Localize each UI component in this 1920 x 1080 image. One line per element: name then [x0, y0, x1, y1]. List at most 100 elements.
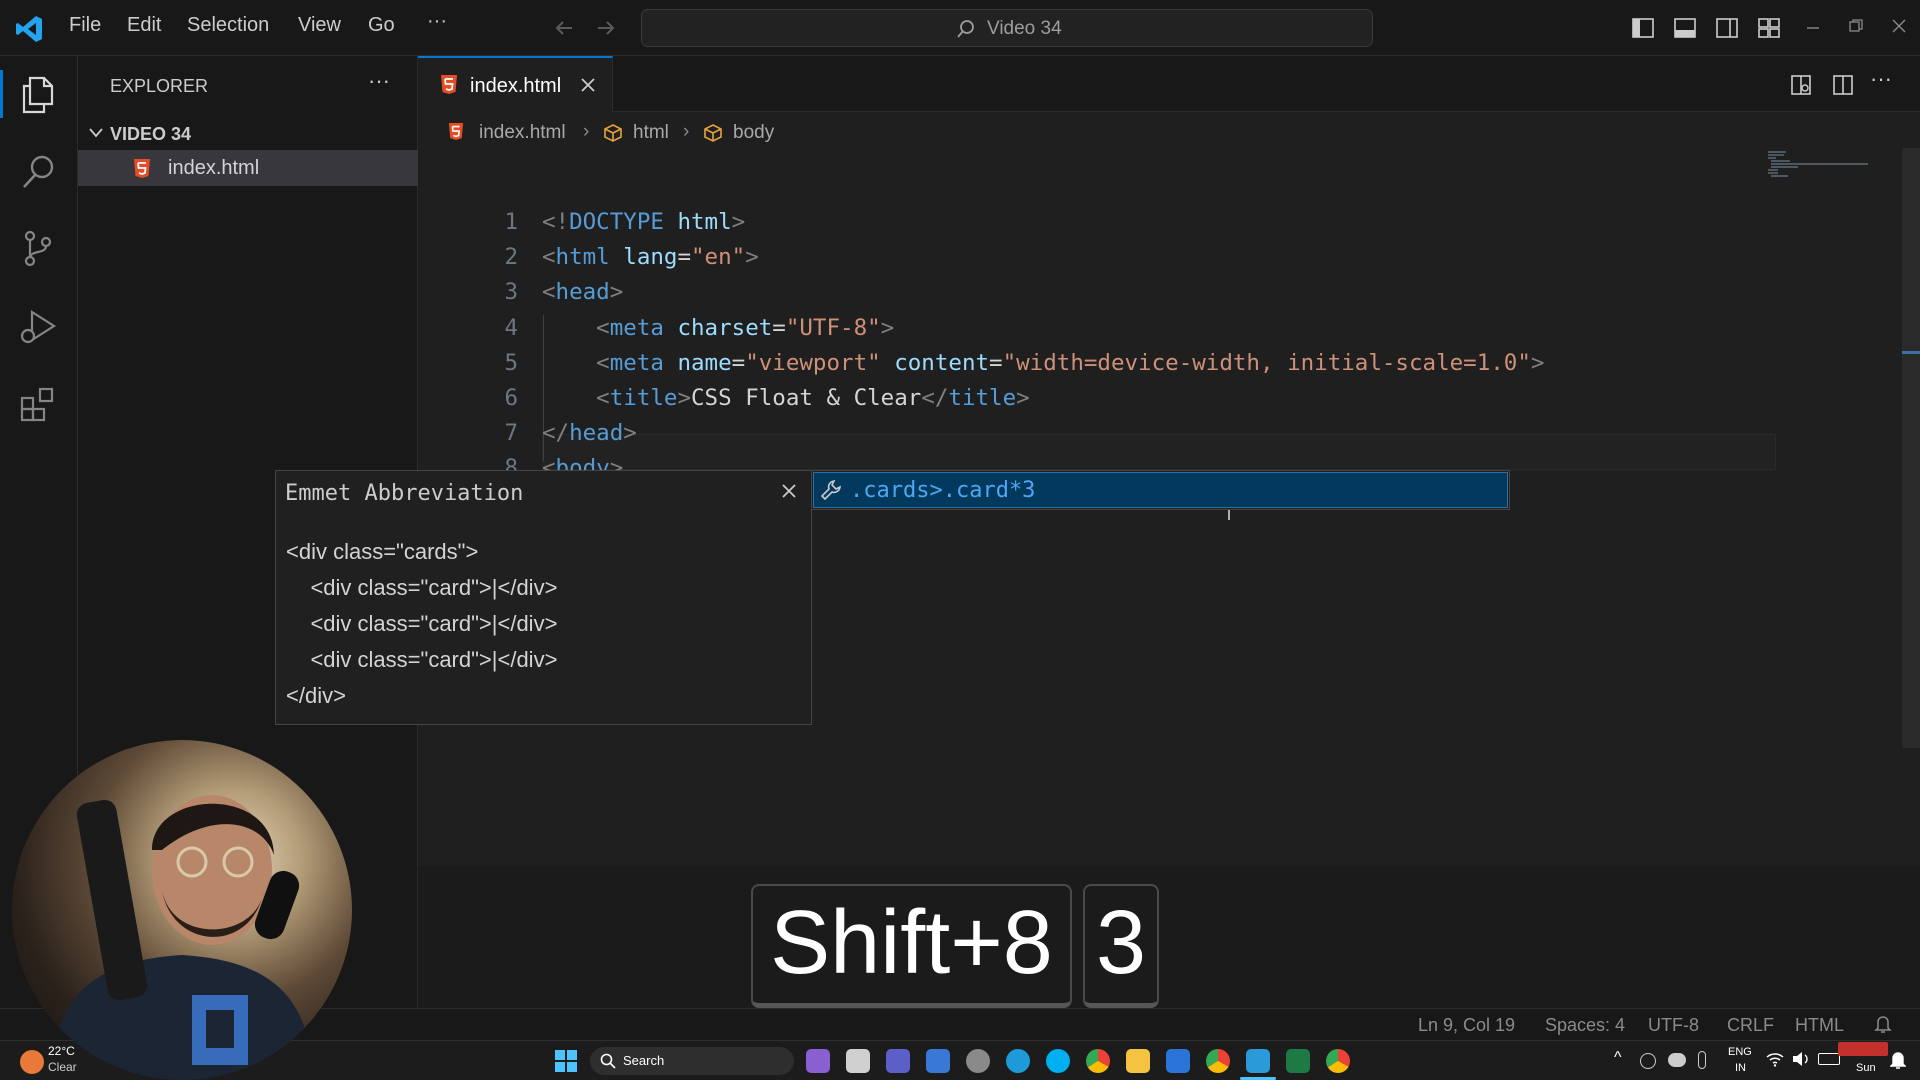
code-token: name [677, 349, 732, 376]
code-token: > [1530, 349, 1545, 376]
restore-icon[interactable] [1849, 19, 1863, 33]
menu-more[interactable]: ··· [427, 10, 447, 33]
close-hover-icon[interactable] [781, 483, 797, 499]
search-icon [956, 19, 976, 39]
suggestion-item[interactable]: .cards>.card*3 [813, 472, 1508, 508]
source-control-icon[interactable] [18, 228, 58, 268]
code-token: DOCTYPE [569, 209, 664, 235]
chrome-profile-app-icon[interactable] [1206, 1049, 1230, 1073]
status-eol[interactable]: CRLF [1727, 1015, 1774, 1036]
code-token: < [542, 244, 556, 271]
status-cursor-position[interactable]: Ln 9, Col 19 [1418, 1015, 1515, 1036]
menu-selection[interactable]: Selection [187, 14, 269, 37]
widgets-app-icon[interactable] [806, 1049, 830, 1073]
chrome-app-icon[interactable] [1086, 1049, 1110, 1073]
windows-start-icon[interactable] [555, 1050, 577, 1072]
breadcrumb-file[interactable]: index.html [479, 122, 566, 144]
code-line[interactable]: 5 <meta name="viewport" content="width=d… [418, 345, 1818, 381]
keycast-backdrop [418, 866, 1920, 1008]
status-encoding[interactable]: UTF-8 [1648, 1015, 1699, 1036]
explorer-more-button[interactable]: ··· [368, 68, 390, 94]
tab-index-html[interactable]: index.html [418, 56, 613, 113]
minimize-icon[interactable] [1806, 26, 1820, 30]
menu-view[interactable]: View [298, 14, 341, 37]
file-item-index-html[interactable]: index.html [78, 150, 418, 186]
code-token: = [772, 314, 786, 341]
code-text: <html lang="en"> [542, 239, 759, 275]
search-view-icon[interactable] [18, 152, 58, 192]
battery-icon[interactable] [1818, 1053, 1840, 1065]
file-explorer-icon[interactable] [1126, 1049, 1150, 1073]
toggle-panel-icon[interactable] [1674, 17, 1696, 39]
volume-icon[interactable] [1792, 1051, 1810, 1067]
code-line[interactable]: 3 <head> [418, 274, 1818, 310]
vscode-app-icon[interactable] [1246, 1049, 1270, 1073]
menu-edit[interactable]: Edit [127, 14, 161, 37]
toggle-secondary-sidebar-icon[interactable] [1716, 17, 1738, 39]
code-token: title [609, 385, 678, 411]
code-line[interactable]: 6 <title>CSS Float & Clear</title> [418, 380, 1818, 416]
code-token: meta [609, 349, 664, 376]
weather-temp: 22°C [48, 1044, 75, 1058]
html5-file-icon [133, 158, 151, 179]
date-day[interactable]: Sun [1856, 1062, 1876, 1074]
edge-app-icon[interactable] [1006, 1049, 1030, 1073]
open-preview-icon[interactable] [1790, 74, 1812, 96]
command-center[interactable]: Video 34 [641, 9, 1373, 47]
notification-bell-icon[interactable] [1890, 1051, 1906, 1069]
tray-chevron-icon[interactable]: ^ [1614, 1049, 1622, 1067]
wifi-icon[interactable] [1766, 1051, 1784, 1067]
todo-app-icon[interactable] [1166, 1049, 1190, 1073]
explorer-files-icon[interactable] [18, 74, 58, 114]
extensions-icon[interactable] [18, 384, 58, 424]
code-line[interactable]: 7 </head> [418, 415, 1818, 451]
forward-arrow-icon[interactable] [594, 16, 618, 40]
status-language[interactable]: HTML [1795, 1015, 1844, 1036]
bell-icon[interactable] [1874, 1014, 1892, 1034]
settings-app-icon[interactable] [966, 1049, 990, 1073]
calendar-app-icon[interactable] [926, 1049, 950, 1073]
line-number: 6 [504, 385, 518, 411]
status-indentation[interactable]: Spaces: 4 [1545, 1015, 1625, 1036]
close-tab-icon[interactable] [580, 77, 596, 93]
teams-app-icon[interactable] [886, 1049, 910, 1073]
split-editor-icon[interactable] [1832, 74, 1854, 96]
code-line[interactable]: 4 <meta charset="UTF-8"> [418, 310, 1818, 346]
customize-layout-icon[interactable] [1758, 17, 1780, 39]
folder-header-video-34[interactable]: VIDEO 34 [78, 118, 418, 148]
language-top[interactable]: ENG [1728, 1046, 1752, 1058]
run-debug-icon[interactable] [18, 306, 58, 346]
close-window-icon[interactable] [1892, 19, 1906, 33]
code-token: < [542, 314, 610, 341]
vertical-scrollbar[interactable] [1902, 148, 1920, 748]
microphone-icon[interactable] [1698, 1051, 1706, 1069]
code-line[interactable]: 2 <html lang="en"> [418, 239, 1818, 275]
tray-app-icon[interactable] [1640, 1053, 1656, 1069]
title-bar: File Edit Selection View Go ··· Video 34 [0, 0, 1920, 56]
chrome-canary-app-icon[interactable] [1326, 1049, 1350, 1073]
code-token: < [542, 279, 556, 306]
onedrive-icon[interactable] [1668, 1053, 1686, 1067]
task-view-icon[interactable] [846, 1049, 870, 1073]
code-token: html [677, 209, 732, 235]
language-bottom[interactable]: IN [1735, 1062, 1746, 1074]
code-line[interactable]: 1 <!DOCTYPE html> [418, 204, 1818, 240]
toggle-primary-sidebar-icon[interactable] [1632, 17, 1654, 39]
taskbar-search[interactable]: Search [590, 1047, 794, 1075]
code-token: < [542, 349, 610, 376]
excel-app-icon[interactable] [1286, 1049, 1310, 1073]
command-center-label: Video 34 [987, 18, 1062, 39]
code-token: > [623, 420, 637, 447]
breadcrumb-body[interactable]: body [733, 122, 774, 144]
wrench-icon [820, 479, 842, 501]
editor-more-button[interactable]: ··· [1870, 66, 1892, 92]
breadcrumb-html[interactable]: html [633, 122, 669, 144]
emmet-preview-line: <div class="card">|</div> [286, 575, 558, 600]
menu-file[interactable]: File [69, 14, 101, 37]
menu-go[interactable]: Go [368, 14, 395, 37]
back-arrow-icon[interactable] [552, 16, 576, 40]
minimap[interactable] [1768, 148, 1888, 188]
skype-app-icon[interactable] [1046, 1049, 1070, 1073]
